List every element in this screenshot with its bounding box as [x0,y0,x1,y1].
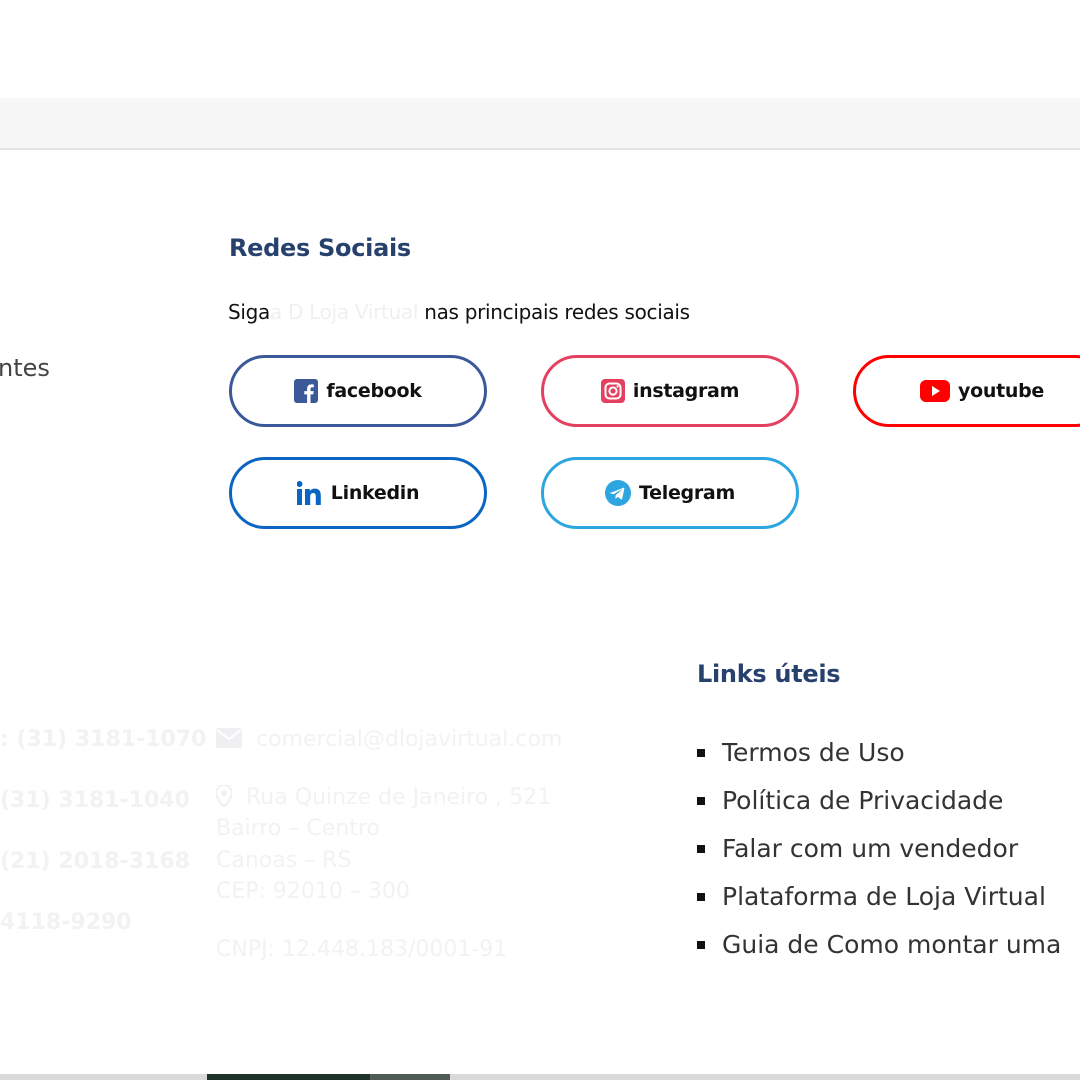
link-store-guide[interactable]: Guia de Como montar uma [697,920,1061,968]
bottom-bar [0,1074,1080,1080]
link-talk-to-seller[interactable]: Falar com um vendedor [697,824,1061,872]
address-line-2: Bairro – Centro [216,816,380,841]
envelope-icon [216,728,242,753]
youtube-label: youtube [958,380,1044,402]
cnpj-text: CNPJ: 12.448.183/0001-91 [216,937,508,962]
bullet [697,749,705,757]
instagram-button[interactable]: instagram [541,355,799,427]
link-label: Falar com um vendedor [722,833,1019,863]
facebook-button[interactable]: facebook [229,355,487,427]
linkedin-button[interactable]: Linkedin [229,457,487,529]
link-label: Termos de Uso [722,737,905,767]
telegram-icon [605,480,632,506]
instagram-icon [600,379,625,403]
address-line-3: Canoas – RS [216,848,352,873]
phone-4: 4118-9290 [0,910,132,935]
phone-1: : (31) 3181-1070 [0,727,207,752]
bottom-bar-mid-segment [370,1074,450,1080]
phone-2: (31) 3181-1040 [0,788,190,813]
phone-3: (21) 2018-3168 [0,849,190,874]
link-label: Guia de Como montar uma [722,929,1062,959]
useful-links-list: Termos de Uso Política de Privacidade Fa… [697,728,1061,968]
facebook-icon [294,379,319,403]
telegram-label: Telegram [639,482,735,504]
social-section-title: Redes Sociais [229,234,411,262]
link-label: Política de Privacidade [722,785,1004,815]
linkedin-icon [296,481,323,505]
facebook-label: facebook [326,380,422,402]
address-line-1: Rua Quinze de Janeiro , 521 [246,785,552,810]
link-terms-of-use[interactable]: Termos de Uso [697,728,1061,776]
address-line-4: CEP: 92010 – 300 [216,879,410,904]
bullet [697,845,705,853]
telegram-button[interactable]: Telegram [541,457,799,529]
bullet [697,941,705,949]
social-section-description: Sigaa D Loja Virtual nas principais rede… [228,300,690,324]
partial-left-text: ntes [0,354,50,382]
instagram-label: instagram [632,380,740,402]
bullet [697,797,705,805]
link-label: Plataforma de Loja Virtual [722,881,1046,911]
description-siga: Siga [228,300,271,324]
bullet [697,893,705,901]
location-pin-icon [214,783,234,812]
youtube-icon [920,380,951,402]
description-rest: nas principais redes sociais [418,300,690,324]
linkedin-label: Linkedin [330,482,420,504]
link-privacy-policy[interactable]: Política de Privacidade [697,776,1061,824]
contact-email[interactable]: comercial@dlojavirtual.com [256,727,562,752]
link-virtual-store-platform[interactable]: Plataforma de Loja Virtual [697,872,1061,920]
description-brand: a D Loja Virtual [270,300,419,324]
youtube-button[interactable]: youtube [853,355,1080,427]
links-section-title: Links úteis [697,660,841,688]
top-band [0,98,1080,150]
